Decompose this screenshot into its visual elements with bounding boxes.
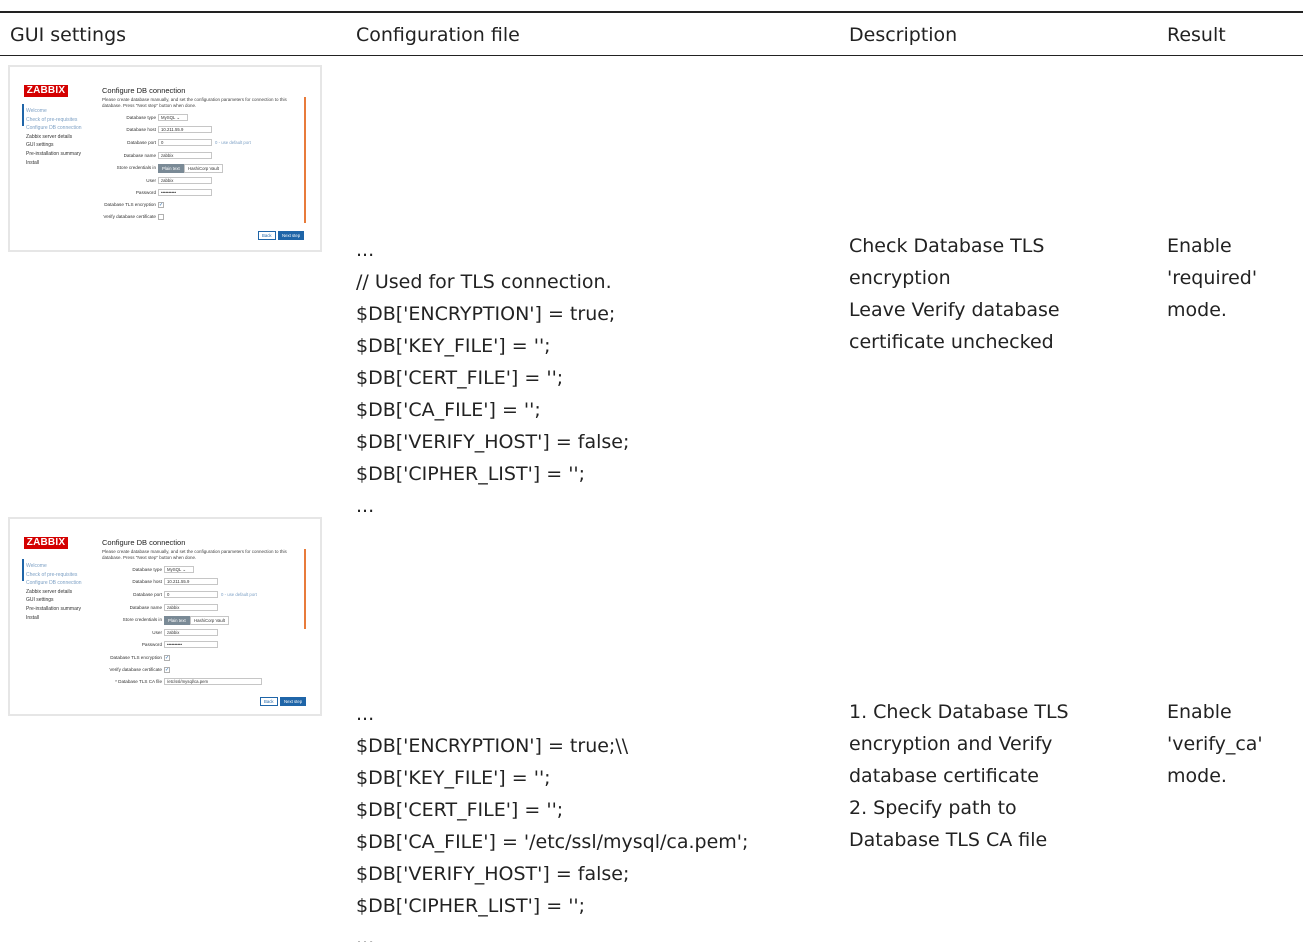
db-name-label: Database name (129, 605, 162, 610)
ca-file-label: * Database TLS CA file (115, 679, 162, 684)
description-line: encryption (849, 267, 951, 289)
hashicorp-vault-toggle[interactable]: HashiCorp Vault (190, 616, 229, 625)
table-top-rule (0, 11, 1303, 13)
config-line: $DB['CIPHER_LIST'] = ''; (356, 895, 586, 917)
port-hint: 0 - use default port (221, 592, 257, 597)
db-port-input[interactable]: 0 (164, 591, 218, 598)
description-line: encryption and Verify (849, 733, 1053, 755)
result-line: Enable (1167, 701, 1232, 723)
description-line: Leave Verify database (849, 299, 1060, 321)
store-credentials-label: Store credentials in (122, 617, 162, 622)
next-step-button[interactable]: Next step (280, 697, 307, 706)
config-line: $DB['CA_FILE'] = ''; (356, 399, 541, 421)
intro-text: Please create database manually, and set… (102, 97, 287, 108)
description-cell-required: Check Database TLS encryption Leave Veri… (849, 230, 1060, 358)
config-line: ... (356, 703, 375, 725)
tls-encryption-checkbox[interactable]: ✓ (158, 202, 164, 208)
zabbix-logo: ZABBIX (24, 85, 68, 97)
tls-encryption-label: Database TLS encryption (104, 202, 156, 207)
db-type-select[interactable]: MySQL ⌄ (164, 566, 194, 573)
password-input[interactable]: •••••••••• (164, 641, 218, 648)
user-label: User (152, 630, 162, 635)
config-line: ... (356, 927, 375, 942)
port-hint: 0 - use default port (215, 140, 251, 145)
config-line: $DB['CA_FILE'] = '/etc/ssl/mysql/ca.pem'… (356, 831, 749, 853)
db-host-label: Database host (126, 127, 156, 132)
config-line: $DB['CIPHER_LIST'] = ''; (356, 463, 586, 485)
verify-certificate-checkbox[interactable] (158, 214, 164, 220)
user-input[interactable]: zabbix (164, 629, 218, 636)
db-type-select[interactable]: MySQL ⌄ (158, 114, 188, 121)
store-credentials-label: Store credentials in (116, 165, 156, 170)
result-line: Enable (1167, 235, 1232, 257)
verify-certificate-label: Verify database certificate (103, 214, 156, 219)
description-line: Database TLS CA file (849, 829, 1048, 851)
config-line: ... (356, 239, 375, 261)
description-line: database certificate (849, 765, 1039, 787)
description-line: certificate unchecked (849, 331, 1054, 353)
config-line: ... (356, 495, 375, 517)
config-line: $DB['ENCRYPTION'] = true; (356, 303, 616, 325)
gui-screenshot-required-mode: ZABBIX Welcome Check of pre-requisites C… (8, 65, 322, 252)
description-cell-verify-ca: 1. Check Database TLS encryption and Ver… (849, 696, 1069, 856)
config-file-cell-required: ... // Used for TLS connection. $DB['ENC… (356, 234, 629, 522)
config-line: $DB['CERT_FILE'] = ''; (356, 367, 564, 389)
password-input[interactable]: •••••••••• (158, 189, 212, 196)
db-host-input[interactable]: 10.211.55.9 (158, 126, 212, 133)
intro-text: Please create database manually, and set… (102, 549, 287, 560)
db-port-input[interactable]: 0 (158, 139, 212, 146)
password-label: Password (135, 190, 156, 195)
db-type-label: Database type (126, 115, 156, 120)
db-name-label: Database name (123, 153, 156, 158)
result-cell-required: Enable 'required' mode. (1167, 230, 1257, 326)
page-title: Configure DB connection (102, 86, 186, 95)
column-header-description: Description (849, 24, 958, 46)
tls-encryption-label: Database TLS encryption (110, 655, 162, 660)
config-line: $DB['KEY_FILE'] = ''; (356, 767, 551, 789)
db-host-input[interactable]: 10.211.55.9 (164, 578, 218, 585)
verify-certificate-checkbox[interactable]: ✓ (164, 667, 170, 673)
next-step-button[interactable]: Next step (278, 231, 305, 240)
config-line: $DB['VERIFY_HOST'] = false; (356, 431, 630, 453)
result-cell-verify-ca: Enable 'verify_ca' mode. (1167, 696, 1263, 792)
back-button[interactable]: Back (260, 697, 278, 706)
config-line: $DB['KEY_FILE'] = ''; (356, 335, 551, 357)
tls-encryption-checkbox[interactable]: ✓ (164, 655, 170, 661)
back-button[interactable]: Back (258, 231, 276, 240)
zabbix-logo: ZABBIX (24, 537, 68, 549)
config-line: // Used for TLS connection. (356, 271, 612, 293)
page-title: Configure DB connection (102, 538, 186, 547)
db-name-input[interactable]: zabbix (158, 152, 212, 159)
ca-file-input[interactable]: /etc/ssl/mysql/ca.pem (164, 678, 262, 685)
result-line: 'required' (1167, 267, 1258, 289)
db-port-label: Database port (133, 592, 162, 597)
result-line: mode. (1167, 765, 1227, 787)
result-line: 'verify_ca' (1167, 733, 1263, 755)
column-header-gui-settings: GUI settings (10, 24, 127, 46)
column-header-result: Result (1167, 24, 1226, 46)
plain-text-toggle[interactable]: Plain text (158, 164, 184, 173)
config-line: $DB['ENCRYPTION'] = true;\\ (356, 735, 629, 757)
config-line: $DB['CERT_FILE'] = ''; (356, 799, 564, 821)
description-line: 1. Check Database TLS (849, 701, 1069, 723)
gui-screenshot-verify-ca-mode: ZABBIX Welcome Check of pre-requisites C… (8, 517, 322, 716)
description-line: 2. Specify path to (849, 797, 1017, 819)
plain-text-toggle[interactable]: Plain text (164, 616, 190, 625)
user-label: User (146, 178, 156, 183)
verify-certificate-label: Verify database certificate (109, 667, 162, 672)
result-line: mode. (1167, 299, 1227, 321)
password-label: Password (141, 642, 162, 647)
db-type-label: Database type (132, 567, 162, 572)
user-input[interactable]: zabbix (158, 177, 212, 184)
db-host-label: Database host (132, 579, 162, 584)
config-line: $DB['VERIFY_HOST'] = false; (356, 863, 630, 885)
description-line: Check Database TLS (849, 235, 1045, 257)
db-port-label: Database port (127, 140, 156, 145)
config-file-cell-verify-ca: ... $DB['ENCRYPTION'] = true;\\ $DB['KEY… (356, 698, 748, 942)
db-name-input[interactable]: zabbix (164, 604, 218, 611)
column-header-configuration-file: Configuration file (356, 24, 520, 46)
hashicorp-vault-toggle[interactable]: HashiCorp Vault (184, 164, 223, 173)
table-header-rule (0, 55, 1303, 56)
